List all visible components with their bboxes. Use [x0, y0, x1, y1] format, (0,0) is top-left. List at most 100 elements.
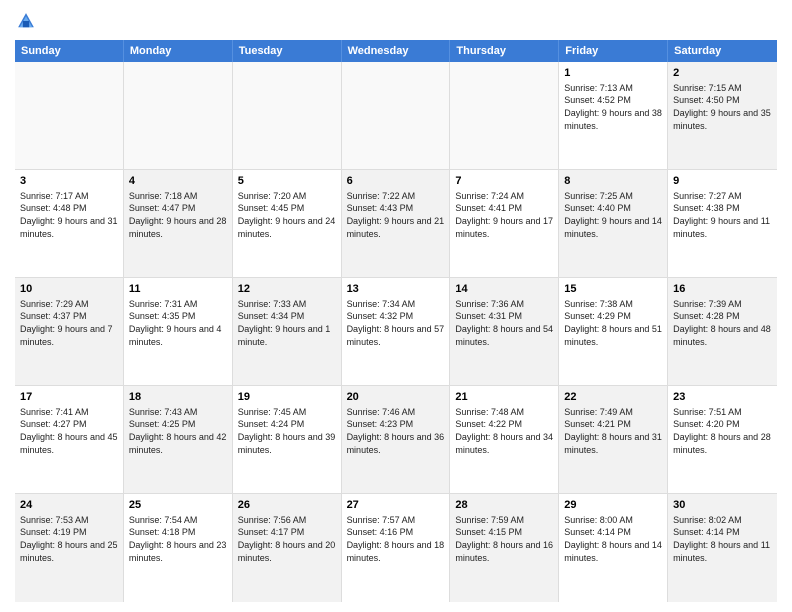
cell-info: Sunrise: 7:33 AM Sunset: 4:34 PM Dayligh…: [238, 298, 336, 348]
cell-info: Sunrise: 7:27 AM Sunset: 4:38 PM Dayligh…: [673, 190, 772, 240]
calendar-cell: 22Sunrise: 7:49 AM Sunset: 4:21 PM Dayli…: [559, 386, 668, 493]
calendar-cell: 23Sunrise: 7:51 AM Sunset: 4:20 PM Dayli…: [668, 386, 777, 493]
header-day-tuesday: Tuesday: [233, 40, 342, 62]
cell-info: Sunrise: 7:41 AM Sunset: 4:27 PM Dayligh…: [20, 406, 118, 456]
day-number: 18: [129, 390, 227, 405]
day-number: 15: [564, 282, 662, 297]
day-number: 23: [673, 390, 772, 405]
calendar-cell: 15Sunrise: 7:38 AM Sunset: 4:29 PM Dayli…: [559, 278, 668, 385]
cell-info: Sunrise: 7:39 AM Sunset: 4:28 PM Dayligh…: [673, 298, 772, 348]
day-number: 25: [129, 498, 227, 513]
day-number: 28: [455, 498, 553, 513]
logo: [15, 10, 41, 32]
cell-info: Sunrise: 7:22 AM Sunset: 4:43 PM Dayligh…: [347, 190, 445, 240]
day-number: 4: [129, 174, 227, 189]
day-number: 9: [673, 174, 772, 189]
day-number: 13: [347, 282, 445, 297]
calendar-cell: 13Sunrise: 7:34 AM Sunset: 4:32 PM Dayli…: [342, 278, 451, 385]
cell-info: Sunrise: 7:53 AM Sunset: 4:19 PM Dayligh…: [20, 514, 118, 564]
cell-info: Sunrise: 7:45 AM Sunset: 4:24 PM Dayligh…: [238, 406, 336, 456]
cell-info: Sunrise: 7:31 AM Sunset: 4:35 PM Dayligh…: [129, 298, 227, 348]
calendar-cell: 4Sunrise: 7:18 AM Sunset: 4:47 PM Daylig…: [124, 170, 233, 277]
cell-info: Sunrise: 7:34 AM Sunset: 4:32 PM Dayligh…: [347, 298, 445, 348]
cell-info: Sunrise: 8:02 AM Sunset: 4:14 PM Dayligh…: [673, 514, 772, 564]
cell-info: Sunrise: 7:36 AM Sunset: 4:31 PM Dayligh…: [455, 298, 553, 348]
calendar-cell: 3Sunrise: 7:17 AM Sunset: 4:48 PM Daylig…: [15, 170, 124, 277]
calendar-cell: 12Sunrise: 7:33 AM Sunset: 4:34 PM Dayli…: [233, 278, 342, 385]
day-number: 30: [673, 498, 772, 513]
calendar-cell: 2Sunrise: 7:15 AM Sunset: 4:50 PM Daylig…: [668, 62, 777, 169]
calendar-cell: 11Sunrise: 7:31 AM Sunset: 4:35 PM Dayli…: [124, 278, 233, 385]
header-day-friday: Friday: [559, 40, 668, 62]
calendar-cell: 17Sunrise: 7:41 AM Sunset: 4:27 PM Dayli…: [15, 386, 124, 493]
cell-info: Sunrise: 7:25 AM Sunset: 4:40 PM Dayligh…: [564, 190, 662, 240]
day-number: 20: [347, 390, 445, 405]
calendar-cell: 26Sunrise: 7:56 AM Sunset: 4:17 PM Dayli…: [233, 494, 342, 602]
calendar-header: SundayMondayTuesdayWednesdayThursdayFrid…: [15, 40, 777, 62]
day-number: 7: [455, 174, 553, 189]
day-number: 6: [347, 174, 445, 189]
day-number: 2: [673, 66, 772, 81]
day-number: 21: [455, 390, 553, 405]
day-number: 24: [20, 498, 118, 513]
cell-info: Sunrise: 7:24 AM Sunset: 4:41 PM Dayligh…: [455, 190, 553, 240]
cell-info: Sunrise: 7:59 AM Sunset: 4:15 PM Dayligh…: [455, 514, 553, 564]
calendar-row-0: 1Sunrise: 7:13 AM Sunset: 4:52 PM Daylig…: [15, 62, 777, 170]
header-day-monday: Monday: [124, 40, 233, 62]
cell-info: Sunrise: 7:13 AM Sunset: 4:52 PM Dayligh…: [564, 82, 662, 132]
cell-info: Sunrise: 7:18 AM Sunset: 4:47 PM Dayligh…: [129, 190, 227, 240]
cell-info: Sunrise: 8:00 AM Sunset: 4:14 PM Dayligh…: [564, 514, 662, 564]
header-day-wednesday: Wednesday: [342, 40, 451, 62]
calendar-cell: 18Sunrise: 7:43 AM Sunset: 4:25 PM Dayli…: [124, 386, 233, 493]
calendar-cell: 16Sunrise: 7:39 AM Sunset: 4:28 PM Dayli…: [668, 278, 777, 385]
cell-info: Sunrise: 7:29 AM Sunset: 4:37 PM Dayligh…: [20, 298, 118, 348]
header-day-saturday: Saturday: [668, 40, 777, 62]
calendar-cell: 19Sunrise: 7:45 AM Sunset: 4:24 PM Dayli…: [233, 386, 342, 493]
calendar-row-3: 17Sunrise: 7:41 AM Sunset: 4:27 PM Dayli…: [15, 386, 777, 494]
cell-info: Sunrise: 7:46 AM Sunset: 4:23 PM Dayligh…: [347, 406, 445, 456]
cell-info: Sunrise: 7:56 AM Sunset: 4:17 PM Dayligh…: [238, 514, 336, 564]
cell-info: Sunrise: 7:15 AM Sunset: 4:50 PM Dayligh…: [673, 82, 772, 132]
cell-info: Sunrise: 7:43 AM Sunset: 4:25 PM Dayligh…: [129, 406, 227, 456]
calendar-cell: [342, 62, 451, 169]
calendar-cell: 21Sunrise: 7:48 AM Sunset: 4:22 PM Dayli…: [450, 386, 559, 493]
header-day-sunday: Sunday: [15, 40, 124, 62]
day-number: 19: [238, 390, 336, 405]
calendar-cell: 7Sunrise: 7:24 AM Sunset: 4:41 PM Daylig…: [450, 170, 559, 277]
header-day-thursday: Thursday: [450, 40, 559, 62]
calendar-cell: 14Sunrise: 7:36 AM Sunset: 4:31 PM Dayli…: [450, 278, 559, 385]
calendar-cell: 20Sunrise: 7:46 AM Sunset: 4:23 PM Dayli…: [342, 386, 451, 493]
calendar-cell: 10Sunrise: 7:29 AM Sunset: 4:37 PM Dayli…: [15, 278, 124, 385]
calendar-cell: 27Sunrise: 7:57 AM Sunset: 4:16 PM Dayli…: [342, 494, 451, 602]
calendar-cell: [124, 62, 233, 169]
calendar-cell: 1Sunrise: 7:13 AM Sunset: 4:52 PM Daylig…: [559, 62, 668, 169]
cell-info: Sunrise: 7:20 AM Sunset: 4:45 PM Dayligh…: [238, 190, 336, 240]
day-number: 12: [238, 282, 336, 297]
day-number: 5: [238, 174, 336, 189]
cell-info: Sunrise: 7:38 AM Sunset: 4:29 PM Dayligh…: [564, 298, 662, 348]
calendar-cell: [233, 62, 342, 169]
calendar: SundayMondayTuesdayWednesdayThursdayFrid…: [15, 40, 777, 602]
calendar-cell: [450, 62, 559, 169]
calendar-cell: 30Sunrise: 8:02 AM Sunset: 4:14 PM Dayli…: [668, 494, 777, 602]
calendar-cell: 5Sunrise: 7:20 AM Sunset: 4:45 PM Daylig…: [233, 170, 342, 277]
day-number: 29: [564, 498, 662, 513]
cell-info: Sunrise: 7:48 AM Sunset: 4:22 PM Dayligh…: [455, 406, 553, 456]
calendar-cell: 8Sunrise: 7:25 AM Sunset: 4:40 PM Daylig…: [559, 170, 668, 277]
day-number: 27: [347, 498, 445, 513]
cell-info: Sunrise: 7:51 AM Sunset: 4:20 PM Dayligh…: [673, 406, 772, 456]
calendar-cell: 24Sunrise: 7:53 AM Sunset: 4:19 PM Dayli…: [15, 494, 124, 602]
day-number: 3: [20, 174, 118, 189]
day-number: 16: [673, 282, 772, 297]
cell-info: Sunrise: 7:57 AM Sunset: 4:16 PM Dayligh…: [347, 514, 445, 564]
logo-icon: [15, 10, 37, 32]
calendar-cell: 29Sunrise: 8:00 AM Sunset: 4:14 PM Dayli…: [559, 494, 668, 602]
day-number: 14: [455, 282, 553, 297]
calendar-cell: 6Sunrise: 7:22 AM Sunset: 4:43 PM Daylig…: [342, 170, 451, 277]
calendar-row-2: 10Sunrise: 7:29 AM Sunset: 4:37 PM Dayli…: [15, 278, 777, 386]
day-number: 17: [20, 390, 118, 405]
day-number: 22: [564, 390, 662, 405]
calendar-cell: [15, 62, 124, 169]
calendar-cell: 25Sunrise: 7:54 AM Sunset: 4:18 PM Dayli…: [124, 494, 233, 602]
day-number: 1: [564, 66, 662, 81]
